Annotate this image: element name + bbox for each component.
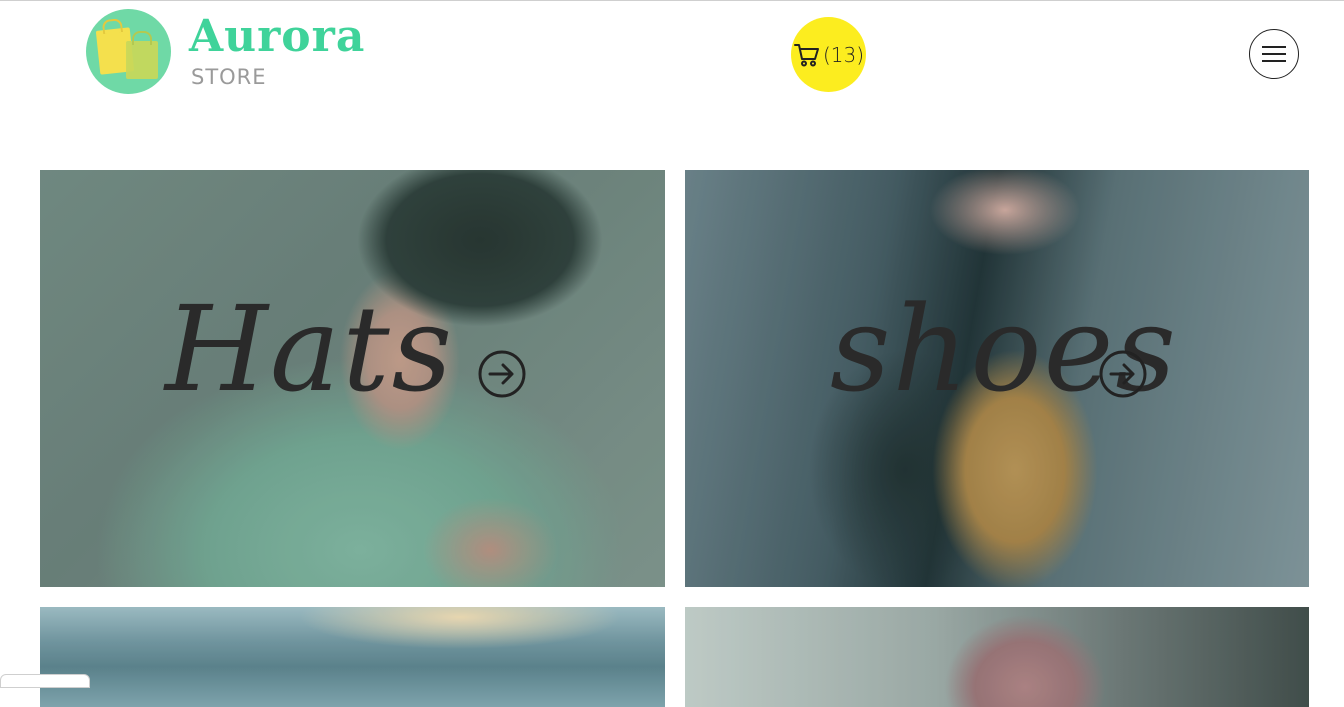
category-tile-hats[interactable]: Hats: [40, 170, 665, 587]
arrow-right-circle-icon[interactable]: [1099, 350, 1147, 398]
corner-tab: [0, 674, 90, 688]
shopping-bags-icon: [86, 9, 171, 94]
cart-button[interactable]: (13): [791, 17, 866, 92]
category-tile-shoes[interactable]: shoes: [685, 170, 1309, 587]
arrow-right-circle-icon[interactable]: [478, 350, 526, 398]
cart-count: (13): [822, 42, 865, 67]
logo-title: Aurora: [189, 11, 366, 62]
store-logo[interactable]: Aurora STORE: [86, 9, 386, 99]
menu-button[interactable]: [1249, 29, 1299, 79]
category-tile-suit[interactable]: [685, 607, 1309, 707]
logo-subtitle: STORE: [191, 65, 267, 89]
shopping-cart-icon: [793, 43, 819, 66]
site-header: Aurora STORE (13): [0, 1, 1344, 121]
hamburger-menu-icon: [1262, 46, 1286, 48]
category-label-hats: Hats: [165, 280, 455, 418]
category-tile-sky[interactable]: [40, 607, 665, 707]
